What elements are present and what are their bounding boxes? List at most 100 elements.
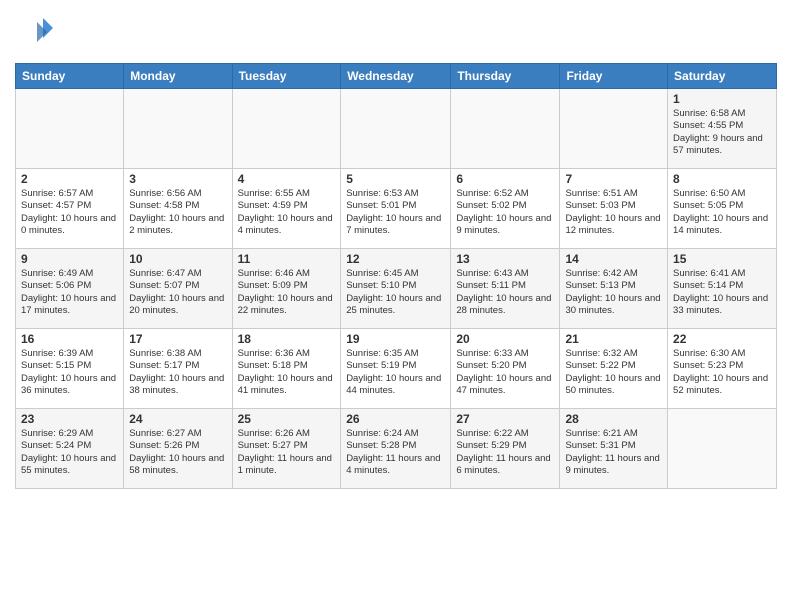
day-number: 27 bbox=[456, 412, 554, 426]
day-number: 10 bbox=[129, 252, 226, 266]
calendar-cell bbox=[668, 409, 777, 489]
calendar-cell: 18 Sunrise: 6:36 AM Sunset: 5:18 PM Dayli… bbox=[232, 329, 341, 409]
day-info: Sunrise: 6:45 AM Sunset: 5:10 PM Dayligh… bbox=[346, 268, 445, 317]
calendar-cell: 21 Sunrise: 6:32 AM Sunset: 5:22 PM Dayli… bbox=[560, 329, 668, 409]
day-info: Sunrise: 6:43 AM Sunset: 5:11 PM Dayligh… bbox=[456, 268, 554, 317]
day-info: Sunrise: 6:56 AM Sunset: 4:58 PM Dayligh… bbox=[129, 188, 226, 237]
calendar-cell: 20 Sunrise: 6:33 AM Sunset: 5:20 PM Dayli… bbox=[451, 329, 560, 409]
day-number: 12 bbox=[346, 252, 445, 266]
calendar-week-4: 23 Sunrise: 6:29 AM Sunset: 5:24 PM Dayli… bbox=[16, 409, 777, 489]
calendar-cell: 7 Sunrise: 6:51 AM Sunset: 5:03 PM Daylig… bbox=[560, 169, 668, 249]
day-info: Sunrise: 6:49 AM Sunset: 5:06 PM Dayligh… bbox=[21, 268, 118, 317]
calendar-cell: 3 Sunrise: 6:56 AM Sunset: 4:58 PM Daylig… bbox=[124, 169, 232, 249]
day-info: Sunrise: 6:42 AM Sunset: 5:13 PM Dayligh… bbox=[565, 268, 662, 317]
day-info: Sunrise: 6:35 AM Sunset: 5:19 PM Dayligh… bbox=[346, 348, 445, 397]
day-info: Sunrise: 6:24 AM Sunset: 5:28 PM Dayligh… bbox=[346, 428, 445, 477]
day-info: Sunrise: 6:29 AM Sunset: 5:24 PM Dayligh… bbox=[21, 428, 118, 477]
day-info: Sunrise: 6:21 AM Sunset: 5:31 PM Dayligh… bbox=[565, 428, 662, 477]
day-info: Sunrise: 6:36 AM Sunset: 5:18 PM Dayligh… bbox=[238, 348, 336, 397]
weekday-saturday: Saturday bbox=[668, 64, 777, 89]
day-info: Sunrise: 6:39 AM Sunset: 5:15 PM Dayligh… bbox=[21, 348, 118, 397]
day-number: 1 bbox=[673, 92, 771, 106]
day-number: 8 bbox=[673, 172, 771, 186]
calendar-cell: 22 Sunrise: 6:30 AM Sunset: 5:23 PM Dayli… bbox=[668, 329, 777, 409]
day-number: 11 bbox=[238, 252, 336, 266]
day-info: Sunrise: 6:53 AM Sunset: 5:01 PM Dayligh… bbox=[346, 188, 445, 237]
calendar-cell bbox=[341, 89, 451, 169]
calendar-cell: 23 Sunrise: 6:29 AM Sunset: 5:24 PM Dayli… bbox=[16, 409, 124, 489]
day-number: 2 bbox=[21, 172, 118, 186]
day-number: 6 bbox=[456, 172, 554, 186]
weekday-wednesday: Wednesday bbox=[341, 64, 451, 89]
day-info: Sunrise: 6:51 AM Sunset: 5:03 PM Dayligh… bbox=[565, 188, 662, 237]
day-info: Sunrise: 6:57 AM Sunset: 4:57 PM Dayligh… bbox=[21, 188, 118, 237]
page-container: SundayMondayTuesdayWednesdayThursdayFrid… bbox=[0, 0, 792, 612]
calendar-cell: 14 Sunrise: 6:42 AM Sunset: 5:13 PM Dayli… bbox=[560, 249, 668, 329]
day-number: 15 bbox=[673, 252, 771, 266]
calendar-cell: 19 Sunrise: 6:35 AM Sunset: 5:19 PM Dayli… bbox=[341, 329, 451, 409]
day-number: 21 bbox=[565, 332, 662, 346]
calendar-cell: 15 Sunrise: 6:41 AM Sunset: 5:14 PM Dayli… bbox=[668, 249, 777, 329]
day-number: 24 bbox=[129, 412, 226, 426]
day-number: 19 bbox=[346, 332, 445, 346]
calendar-cell: 1 Sunrise: 6:58 AM Sunset: 4:55 PM Daylig… bbox=[668, 89, 777, 169]
weekday-header-row: SundayMondayTuesdayWednesdayThursdayFrid… bbox=[16, 64, 777, 89]
calendar-cell: 2 Sunrise: 6:57 AM Sunset: 4:57 PM Daylig… bbox=[16, 169, 124, 249]
day-info: Sunrise: 6:47 AM Sunset: 5:07 PM Dayligh… bbox=[129, 268, 226, 317]
weekday-monday: Monday bbox=[124, 64, 232, 89]
calendar-cell: 28 Sunrise: 6:21 AM Sunset: 5:31 PM Dayli… bbox=[560, 409, 668, 489]
day-info: Sunrise: 6:30 AM Sunset: 5:23 PM Dayligh… bbox=[673, 348, 771, 397]
day-number: 9 bbox=[21, 252, 118, 266]
weekday-thursday: Thursday bbox=[451, 64, 560, 89]
day-number: 20 bbox=[456, 332, 554, 346]
day-info: Sunrise: 6:33 AM Sunset: 5:20 PM Dayligh… bbox=[456, 348, 554, 397]
day-number: 23 bbox=[21, 412, 118, 426]
day-info: Sunrise: 6:55 AM Sunset: 4:59 PM Dayligh… bbox=[238, 188, 336, 237]
calendar-cell bbox=[16, 89, 124, 169]
day-info: Sunrise: 6:52 AM Sunset: 5:02 PM Dayligh… bbox=[456, 188, 554, 237]
calendar-cell: 27Sunrise: 6:22 AM Sunset: 5:29 PM Dayli… bbox=[451, 409, 560, 489]
day-number: 14 bbox=[565, 252, 662, 266]
header bbox=[15, 10, 777, 55]
weekday-sunday: Sunday bbox=[16, 64, 124, 89]
calendar: SundayMondayTuesdayWednesdayThursdayFrid… bbox=[15, 63, 777, 489]
day-number: 16 bbox=[21, 332, 118, 346]
weekday-friday: Friday bbox=[560, 64, 668, 89]
day-number: 22 bbox=[673, 332, 771, 346]
day-number: 26 bbox=[346, 412, 445, 426]
day-info: Sunrise: 6:38 AM Sunset: 5:17 PM Dayligh… bbox=[129, 348, 226, 397]
logo-icon bbox=[15, 10, 55, 55]
calendar-cell: 6 Sunrise: 6:52 AM Sunset: 5:02 PM Daylig… bbox=[451, 169, 560, 249]
calendar-week-0: 1 Sunrise: 6:58 AM Sunset: 4:55 PM Daylig… bbox=[16, 89, 777, 169]
calendar-cell: 26 Sunrise: 6:24 AM Sunset: 5:28 PM Dayli… bbox=[341, 409, 451, 489]
day-number: 13 bbox=[456, 252, 554, 266]
day-info: Sunrise: 6:58 AM Sunset: 4:55 PM Dayligh… bbox=[673, 108, 771, 157]
calendar-cell: 11 Sunrise: 6:46 AM Sunset: 5:09 PM Dayli… bbox=[232, 249, 341, 329]
day-info: Sunrise: 6:50 AM Sunset: 5:05 PM Dayligh… bbox=[673, 188, 771, 237]
day-info: Sunrise: 6:32 AM Sunset: 5:22 PM Dayligh… bbox=[565, 348, 662, 397]
day-info: Sunrise: 6:41 AM Sunset: 5:14 PM Dayligh… bbox=[673, 268, 771, 317]
calendar-cell bbox=[232, 89, 341, 169]
day-number: 18 bbox=[238, 332, 336, 346]
day-info: Sunrise: 6:26 AM Sunset: 5:27 PM Dayligh… bbox=[238, 428, 336, 477]
day-number: 28 bbox=[565, 412, 662, 426]
calendar-cell: 4Sunrise: 6:55 AM Sunset: 4:59 PM Daylig… bbox=[232, 169, 341, 249]
calendar-week-2: 9 Sunrise: 6:49 AM Sunset: 5:06 PM Daylig… bbox=[16, 249, 777, 329]
calendar-cell: 25 Sunrise: 6:26 AM Sunset: 5:27 PM Dayli… bbox=[232, 409, 341, 489]
calendar-cell bbox=[451, 89, 560, 169]
calendar-cell: 10 Sunrise: 6:47 AM Sunset: 5:07 PM Dayli… bbox=[124, 249, 232, 329]
day-number: 3 bbox=[129, 172, 226, 186]
calendar-cell: 12 Sunrise: 6:45 AM Sunset: 5:10 PM Dayli… bbox=[341, 249, 451, 329]
calendar-cell: 8 Sunrise: 6:50 AM Sunset: 5:05 PM Daylig… bbox=[668, 169, 777, 249]
day-number: 5 bbox=[346, 172, 445, 186]
day-info: Sunrise: 6:27 AM Sunset: 5:26 PM Dayligh… bbox=[129, 428, 226, 477]
day-info: Sunrise: 6:46 AM Sunset: 5:09 PM Dayligh… bbox=[238, 268, 336, 317]
day-number: 7 bbox=[565, 172, 662, 186]
calendar-cell: 17 Sunrise: 6:38 AM Sunset: 5:17 PM Dayli… bbox=[124, 329, 232, 409]
day-number: 25 bbox=[238, 412, 336, 426]
calendar-cell: 9 Sunrise: 6:49 AM Sunset: 5:06 PM Daylig… bbox=[16, 249, 124, 329]
day-number: 17 bbox=[129, 332, 226, 346]
calendar-week-1: 2 Sunrise: 6:57 AM Sunset: 4:57 PM Daylig… bbox=[16, 169, 777, 249]
calendar-cell: 5 Sunrise: 6:53 AM Sunset: 5:01 PM Daylig… bbox=[341, 169, 451, 249]
calendar-cell bbox=[560, 89, 668, 169]
